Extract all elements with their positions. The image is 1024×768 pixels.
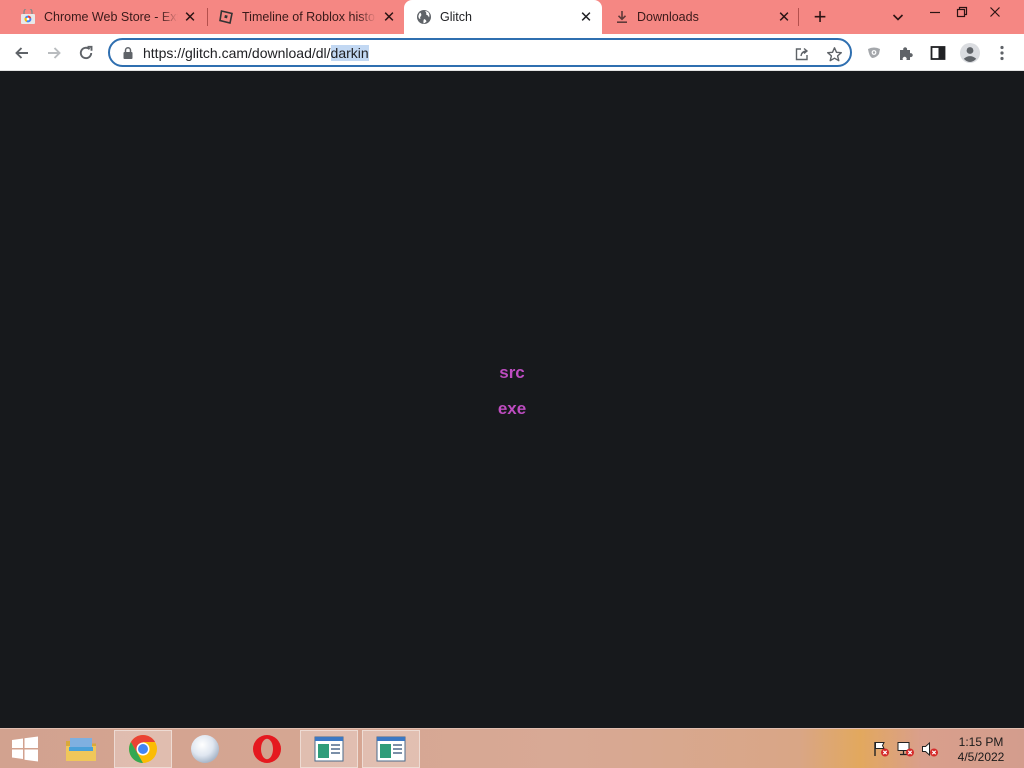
taskbar: 1:15 PM 4/5/2022 xyxy=(0,728,1024,768)
close-tab-icon[interactable]: ✕ xyxy=(578,9,594,25)
tab-chrome-web-store[interactable]: Chrome Web Store - Extensions ✕ xyxy=(6,0,206,34)
taskbar-window-app-1[interactable] xyxy=(300,730,358,768)
clock-time: 1:15 PM xyxy=(958,735,1004,749)
file-explorer-icon xyxy=(66,738,96,761)
extension-button[interactable] xyxy=(861,40,887,66)
exe-link-label: exe xyxy=(497,399,527,418)
minimize-icon xyxy=(930,11,940,14)
forward-arrow-icon xyxy=(48,47,61,59)
tab-title-fade xyxy=(160,6,178,28)
avatar-icon xyxy=(960,43,980,63)
globe-icon xyxy=(417,10,431,24)
star-icon xyxy=(826,46,842,61)
kebab-menu-icon xyxy=(1000,45,1004,61)
side-panel-icon xyxy=(930,46,946,60)
share-button[interactable] xyxy=(792,44,812,64)
roblox-icon xyxy=(219,10,233,24)
close-icon xyxy=(990,7,1000,17)
restore-icon xyxy=(956,6,968,18)
extension-shield-icon xyxy=(868,47,880,58)
tab-separator xyxy=(798,8,799,26)
puzzle-icon xyxy=(900,47,913,60)
reload-button[interactable] xyxy=(73,40,99,66)
bookmark-button[interactable] xyxy=(824,44,844,64)
close-tab-icon[interactable]: ✕ xyxy=(182,9,198,25)
clock-date: 4/5/2022 xyxy=(957,750,1005,764)
share-icon xyxy=(795,47,809,61)
opera-icon xyxy=(253,735,281,763)
new-tab-button[interactable]: + xyxy=(808,5,832,29)
tab-title: Downloads xyxy=(637,10,699,24)
forward-button[interactable] xyxy=(41,40,67,66)
taskbar-generic-app[interactable] xyxy=(176,730,234,768)
chrome-icon xyxy=(129,735,157,763)
lock-icon[interactable] xyxy=(121,46,135,60)
taskbar-chrome[interactable] xyxy=(114,730,172,768)
minimize-button[interactable] xyxy=(920,2,950,22)
taskbar-opera[interactable] xyxy=(238,730,296,768)
network-icon[interactable] xyxy=(897,741,915,757)
taskbar-window-app-2[interactable] xyxy=(362,730,420,768)
generic-app-icon xyxy=(191,735,219,763)
system-clock[interactable]: 1:15 PM 4/5/2022 xyxy=(944,735,1018,765)
start-button[interactable] xyxy=(0,730,50,768)
close-window-button[interactable] xyxy=(980,2,1010,22)
chrome-menu-button[interactable] xyxy=(989,40,1015,66)
tab-downloads[interactable]: Downloads ✕ xyxy=(604,0,800,34)
tab-title-fade xyxy=(358,6,376,28)
close-tab-icon[interactable]: ✕ xyxy=(776,9,792,25)
window-app-icon xyxy=(376,736,406,762)
address-bar[interactable]: https://glitch.cam/download/dl/darkin xyxy=(108,38,852,67)
tab-title: Chrome Web Store - Extensions xyxy=(44,10,178,24)
volume-muted-icon[interactable] xyxy=(921,741,939,757)
tab-strip: Chrome Web Store - Extensions ✕ Timeline… xyxy=(0,0,1024,34)
url-selected-text: darkin xyxy=(330,45,369,61)
window-app-icon xyxy=(314,736,344,762)
profile-button[interactable] xyxy=(957,40,983,66)
chrome-web-store-icon xyxy=(21,9,35,24)
src-link-label: src xyxy=(499,363,525,382)
restore-button[interactable] xyxy=(947,2,977,22)
back-arrow-icon xyxy=(15,47,28,59)
close-tab-icon[interactable]: ✕ xyxy=(381,9,397,25)
tab-glitch[interactable]: Glitch ✕ xyxy=(404,0,602,34)
tab-roblox-timeline[interactable]: Timeline of Roblox history ✕ xyxy=(204,0,404,34)
windows-start-icon xyxy=(12,736,38,762)
reload-icon xyxy=(79,45,93,60)
extensions-menu-button[interactable] xyxy=(893,40,919,66)
back-button[interactable] xyxy=(9,40,35,66)
exe-link[interactable]: exe xyxy=(0,399,1024,419)
url-base: https://glitch.cam/download/dl/ xyxy=(143,45,331,61)
browser-toolbar: https://glitch.cam/download/dl/darkin xyxy=(0,34,1024,71)
page-content: src exe xyxy=(0,71,1024,728)
tab-title: Glitch xyxy=(440,10,472,24)
taskbar-file-explorer[interactable] xyxy=(52,730,110,768)
chevron-down-icon[interactable] xyxy=(890,9,906,25)
src-link[interactable]: src xyxy=(0,363,1024,383)
action-center-flag-icon[interactable] xyxy=(872,741,890,757)
download-icon xyxy=(617,11,627,23)
side-panel-button[interactable] xyxy=(925,40,951,66)
url-text[interactable]: https://glitch.cam/download/dl/darkin xyxy=(143,45,369,62)
tab-title: Timeline of Roblox history xyxy=(242,10,376,24)
